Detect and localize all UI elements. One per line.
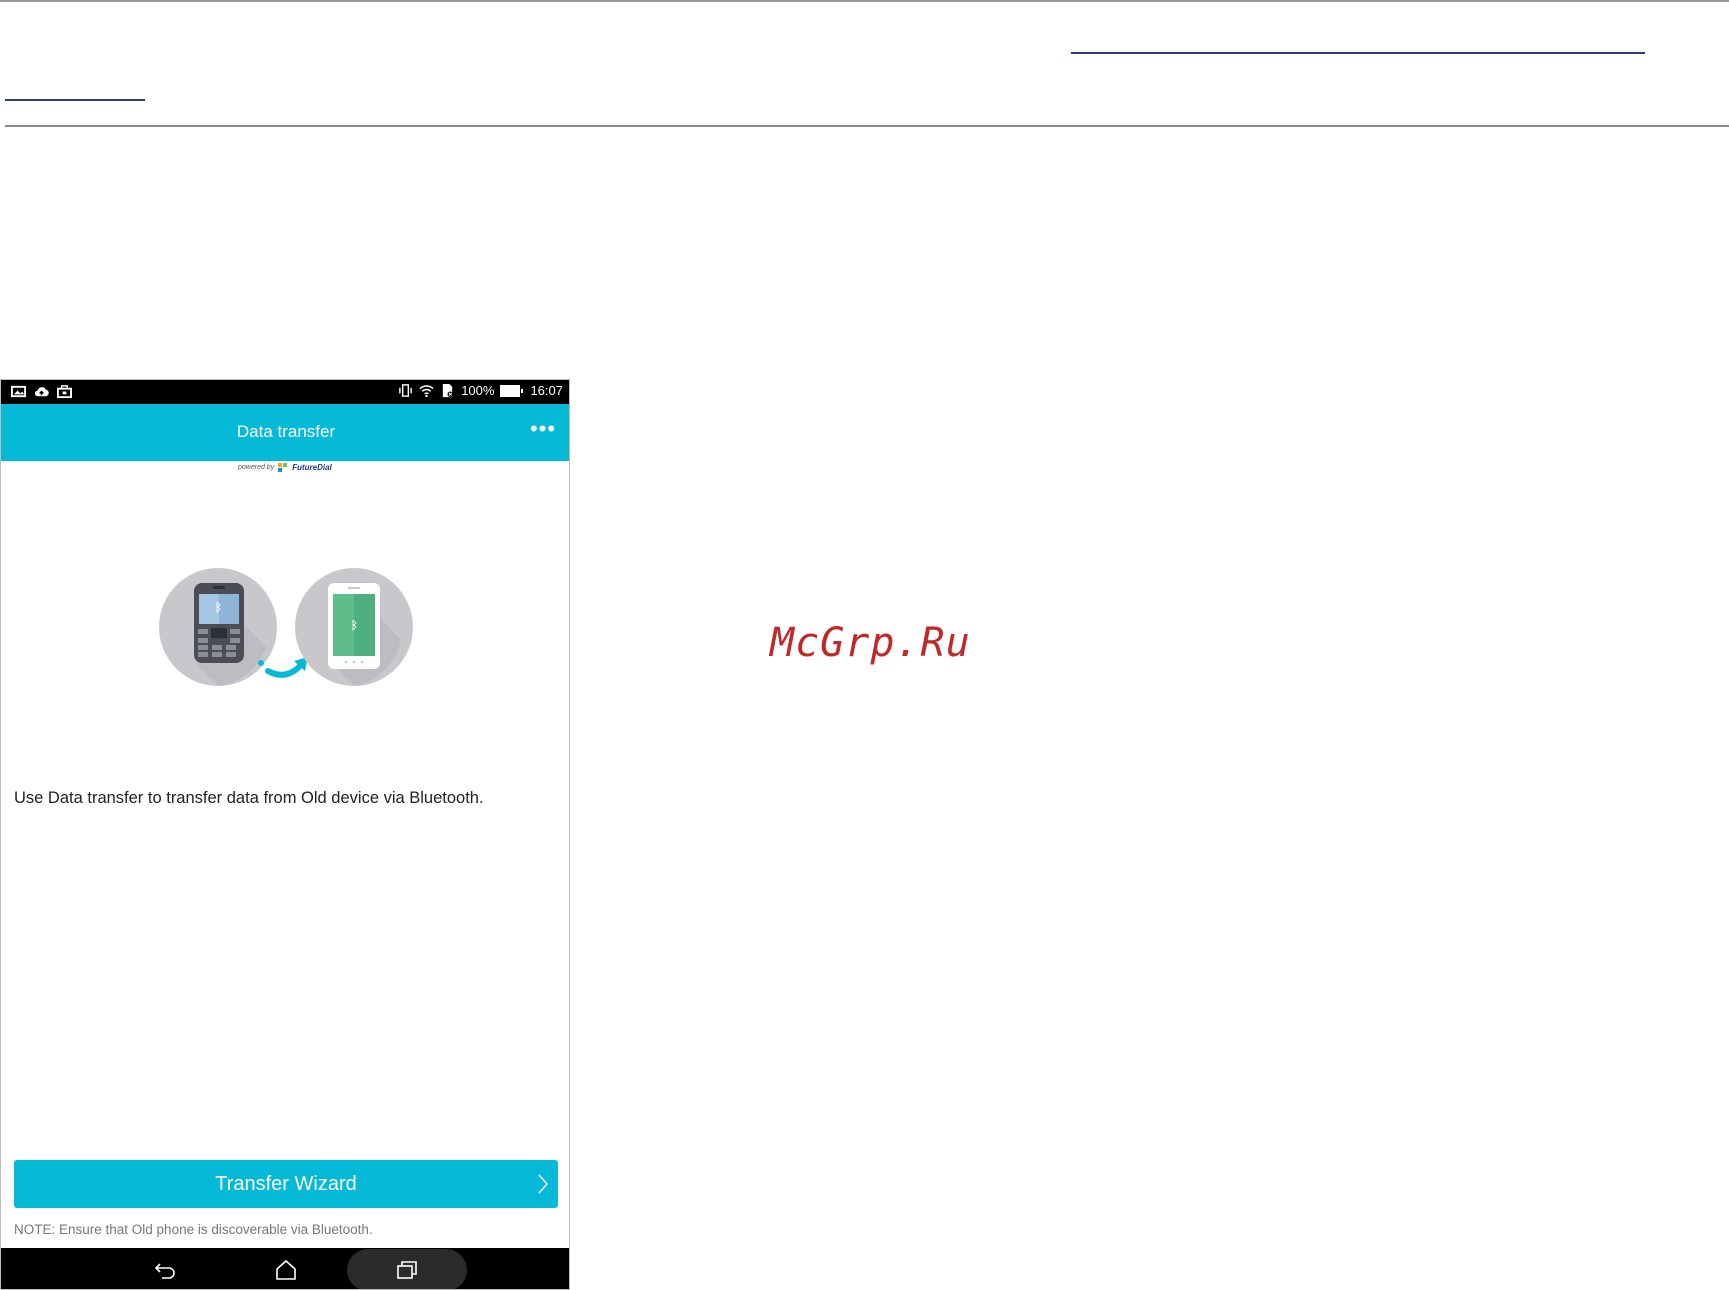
transfer-description: Use Data transfer to transfer data from … — [14, 789, 484, 807]
more-horizontal-icon[interactable]: ••• — [527, 416, 559, 448]
bluetooth-note: NOTE: Ensure that Old phone is discovera… — [14, 1222, 373, 1237]
phone-screenshot: 100% 16:07 Data transfer ••• powered by … — [0, 379, 570, 1290]
recent-apps-button[interactable] — [347, 1249, 467, 1289]
smartphone-icon — [295, 568, 413, 686]
cloud-upload-icon — [34, 387, 49, 397]
link-underline[interactable] — [1071, 52, 1645, 54]
home-button[interactable] — [256, 1248, 316, 1289]
vibrate-icon — [399, 384, 413, 397]
recent-apps-icon — [397, 1261, 417, 1279]
gallery-icon — [11, 385, 26, 398]
futuredial-logo-icon — [278, 463, 288, 472]
battery-icon — [500, 384, 524, 397]
briefcase-icon — [57, 385, 72, 399]
chevron-right-icon — [538, 1174, 549, 1194]
status-bar: 100% 16:07 — [1, 380, 569, 404]
transfer-wizard-button[interactable]: Transfer Wizard — [14, 1160, 558, 1208]
battery-percent: 100% — [461, 383, 495, 398]
clock: 16:07 — [530, 383, 563, 398]
feature-phone-icon — [159, 568, 277, 686]
sim-icon — [443, 383, 454, 398]
home-icon — [276, 1259, 296, 1280]
futuredial-logo-text: FutureDial — [292, 463, 332, 472]
top-rule — [0, 0, 1729, 2]
powered-by-text: powered by — [238, 464, 275, 471]
navigation-bar — [1, 1248, 569, 1289]
back-icon — [154, 1262, 175, 1279]
powered-by-branding: powered by FutureDial — [238, 463, 332, 472]
transfer-wizard-label: Transfer Wizard — [215, 1173, 357, 1195]
app-title: Data transfer — [236, 422, 336, 441]
watermark: McGrp.Ru — [770, 620, 971, 666]
transfer-illustration — [159, 568, 413, 686]
back-button[interactable] — [136, 1248, 196, 1289]
section-divider — [5, 125, 1729, 127]
link-underline-continued[interactable] — [5, 99, 145, 101]
app-bar: Data transfer ••• — [1, 404, 569, 461]
wifi-icon — [419, 385, 434, 398]
